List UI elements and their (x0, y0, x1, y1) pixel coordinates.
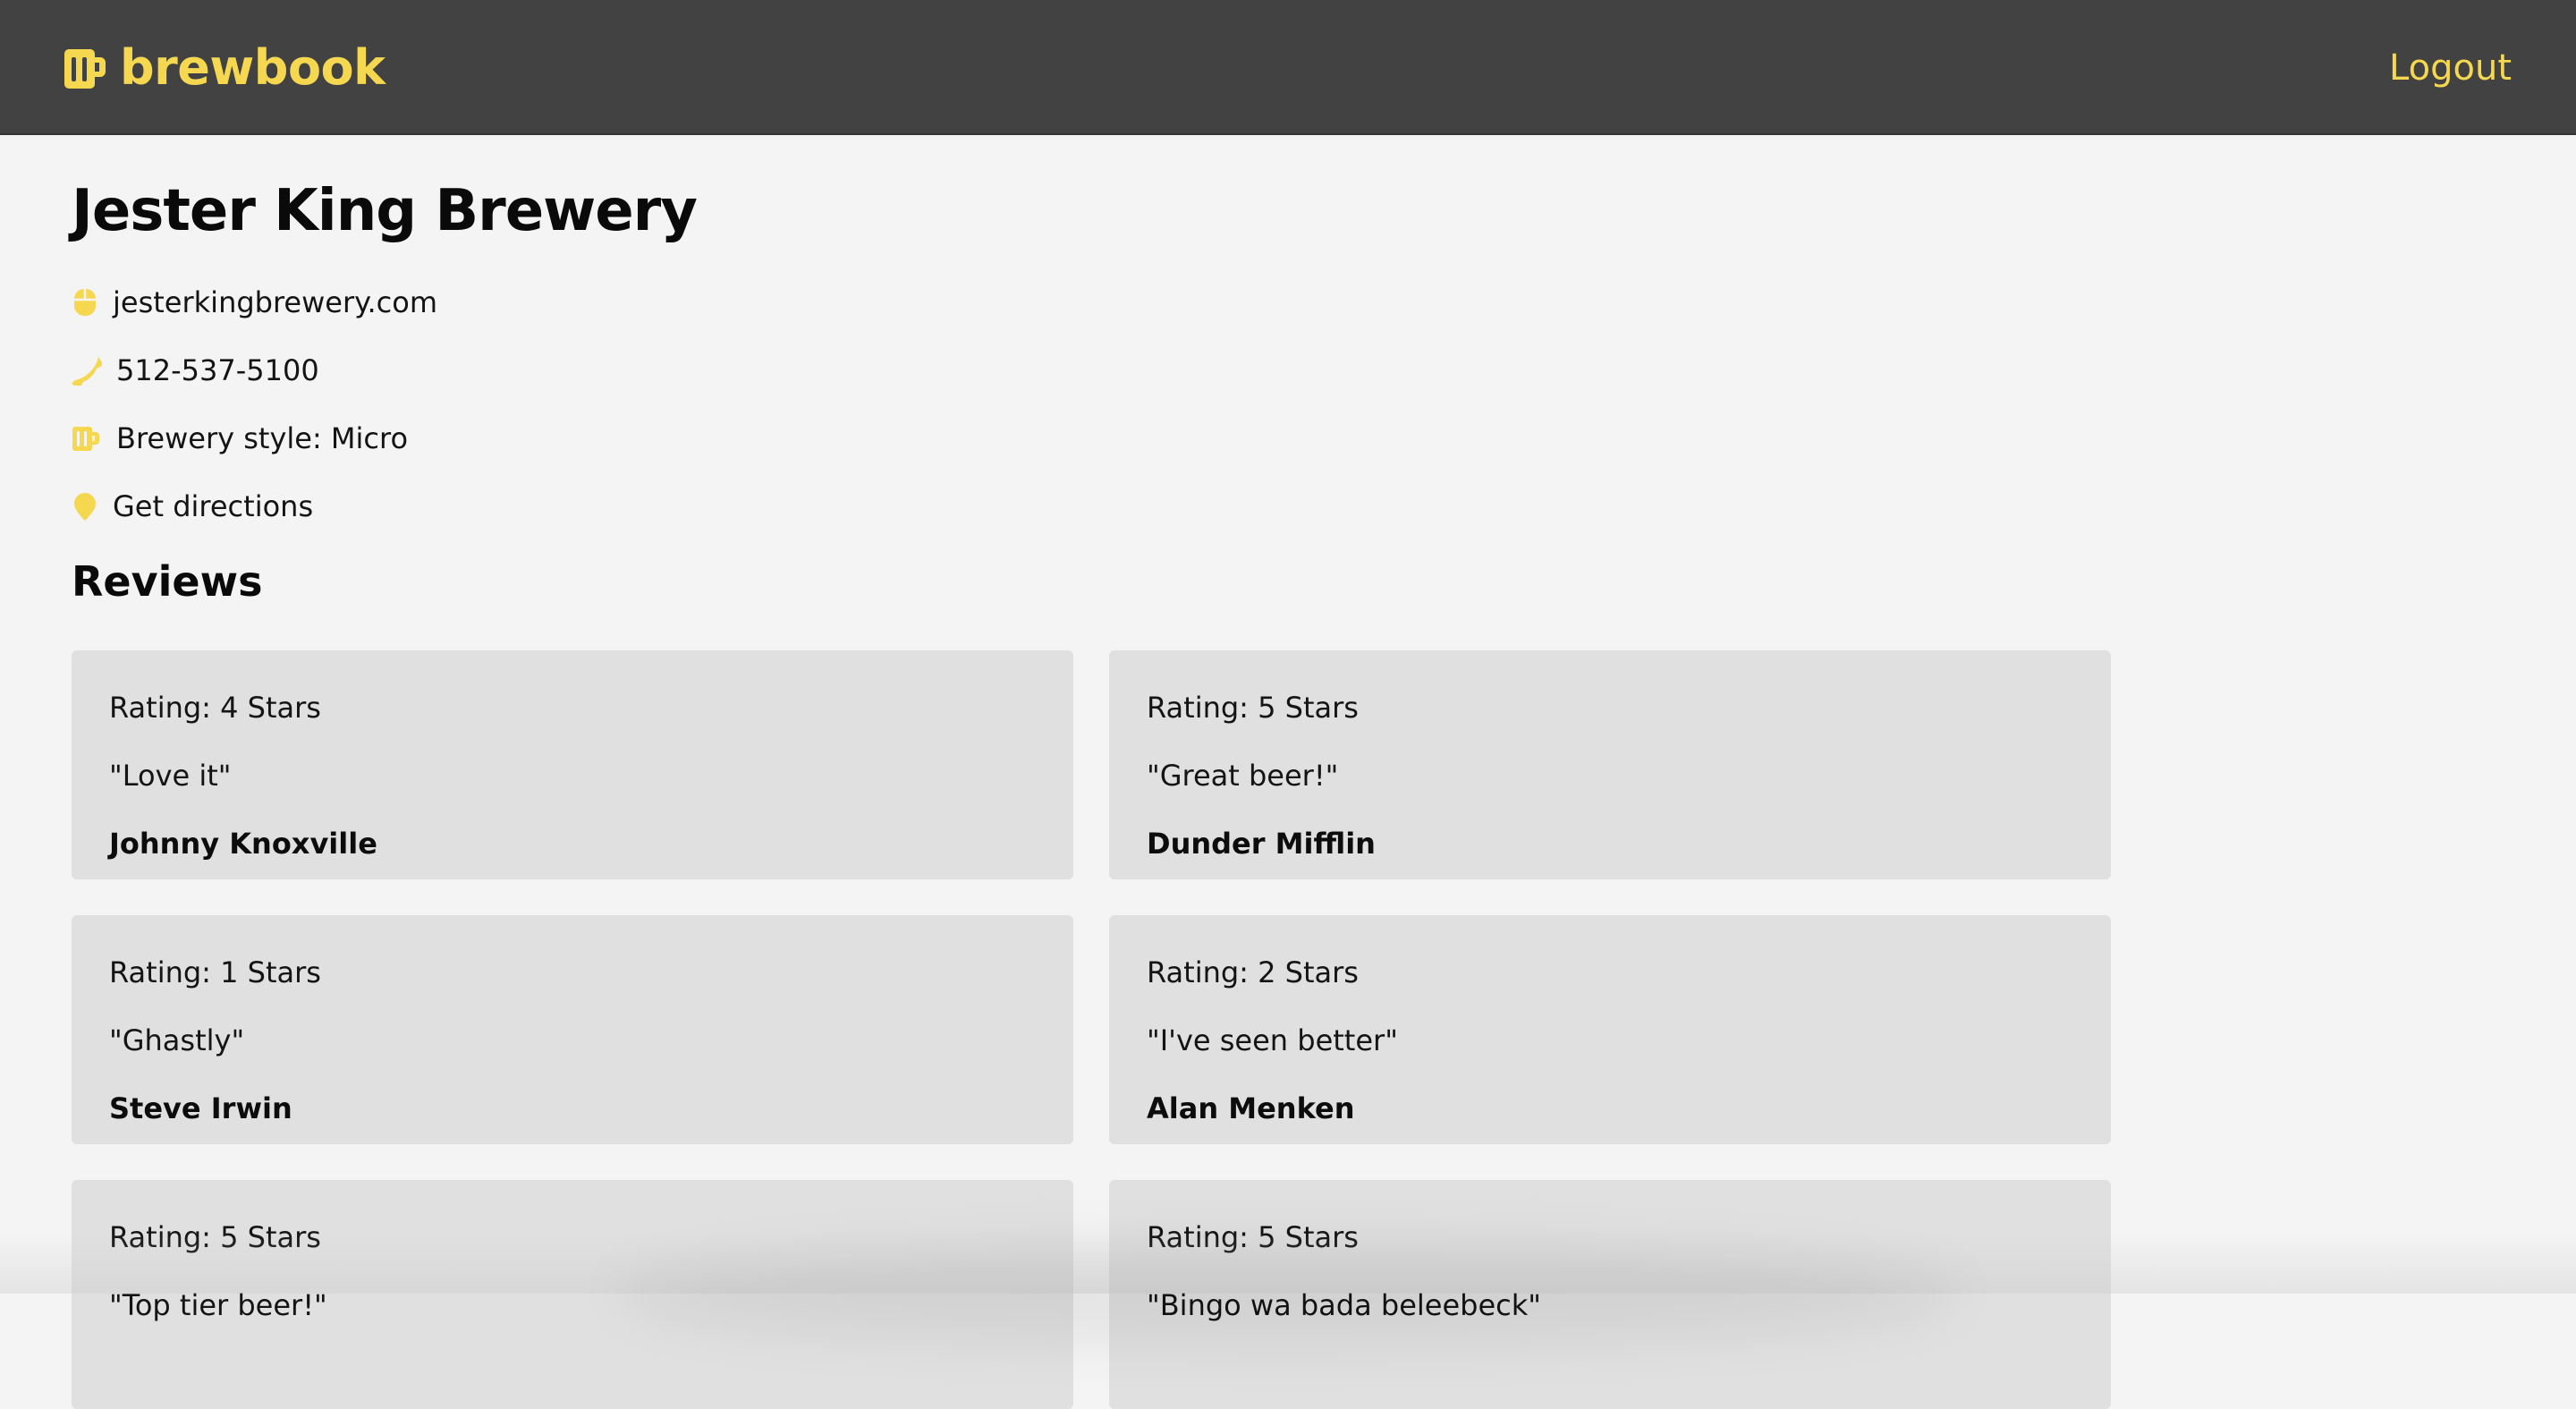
review-card: Rating: 4 Stars "Love it" Johnny Knoxvil… (72, 650, 1073, 879)
review-author: Alan Menken (1147, 1091, 1355, 1125)
review-rating: Rating: 4 Stars (109, 691, 321, 725)
review-card: Rating: 1 Stars "Ghastly" Steve Irwin (72, 915, 1073, 1144)
review-rating: Rating: 5 Stars (1147, 691, 1359, 725)
review-card: Rating: 5 Stars "Great beer!" Dunder Mif… (1109, 650, 2111, 879)
brewery-info-list: jesterkingbrewery.com 512-537-5100 Brewe… (72, 268, 437, 540)
top-navbar: brewbook Logout (0, 0, 2576, 135)
review-author: Dunder Mifflin (1147, 827, 1376, 861)
review-quote: "Great beer!" (1147, 759, 1339, 793)
review-quote: "Bingo wa bada beleebeck" (1147, 1288, 1541, 1322)
review-rating: Rating: 2 Stars (1147, 955, 1359, 989)
page-title: Jester King Brewery (72, 178, 698, 244)
phone-link[interactable]: 512-537-5100 (116, 353, 319, 387)
style-row: Brewery style: Micro (72, 404, 437, 472)
review-rating: Rating: 1 Stars (109, 955, 321, 989)
review-rating: Rating: 5 Stars (1147, 1220, 1359, 1254)
review-author: Johnny Knoxville (109, 827, 377, 861)
directions-link[interactable]: Get directions (113, 489, 313, 523)
brand-name: brewbook (120, 39, 386, 96)
map-pin-icon (74, 493, 96, 521)
mouse-icon (74, 289, 96, 316)
website-row: jesterkingbrewery.com (72, 268, 437, 336)
brewery-detail: Jester King Brewery jesterkingbrewery.co… (72, 170, 2129, 1409)
brewery-style: Brewery style: Micro (116, 421, 409, 455)
review-rating: Rating: 5 Stars (109, 1220, 321, 1254)
review-author: Steve Irwin (109, 1091, 292, 1125)
reviews-grid: Rating: 4 Stars "Love it" Johnny Knoxvil… (72, 650, 2111, 1409)
logout-link[interactable]: Logout (2389, 43, 2512, 93)
review-quote: "I've seen better" (1147, 1023, 1398, 1057)
review-card: Rating: 5 Stars "Bingo wa bada beleebeck… (1109, 1180, 2111, 1409)
review-quote: "Ghastly" (109, 1023, 245, 1057)
review-card: Rating: 2 Stars "I've seen better" Alan … (1109, 915, 2111, 1144)
review-quote: "Top tier beer!" (109, 1288, 327, 1322)
directions-row: Get directions (72, 472, 437, 540)
reviews-heading: Reviews (72, 557, 263, 606)
website-link[interactable]: jesterkingbrewery.com (113, 285, 437, 319)
phone-row: 512-537-5100 (72, 336, 437, 404)
review-quote: "Love it" (109, 759, 232, 793)
brand-logo-link[interactable]: brewbook (63, 36, 386, 100)
review-card: Rating: 5 Stars "Top tier beer!" (72, 1180, 1073, 1409)
beer-mug-icon (72, 427, 99, 451)
beer-mug-icon (64, 49, 106, 89)
phone-icon (72, 356, 102, 386)
